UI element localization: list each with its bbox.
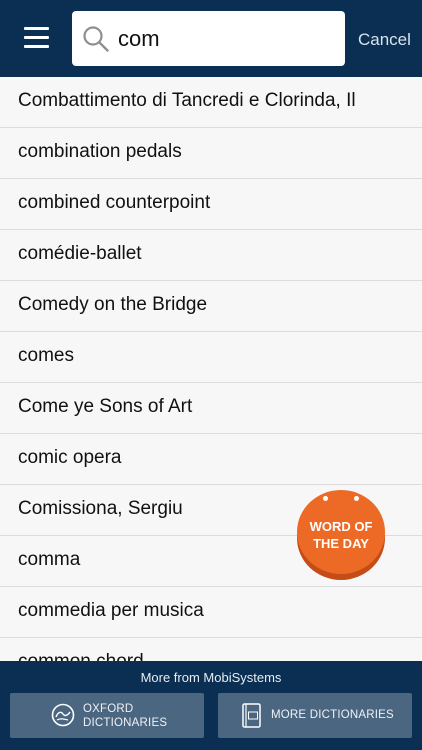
oxford-label-line1: OXFORD (83, 703, 134, 715)
list-item[interactable]: Combattimento di Tancredi e Clorinda, Il (0, 77, 422, 128)
more-dictionaries-label: MORE DICTIONARIES (271, 709, 394, 721)
list-item[interactable]: combination pedals (0, 128, 422, 179)
search-input[interactable] (118, 11, 338, 66)
calendar-ring-icon (354, 496, 359, 501)
search-box[interactable] (72, 11, 345, 66)
oxford-dictionaries-label: OXFORD DICTIONARIES (83, 702, 167, 730)
menu-line (24, 36, 49, 39)
list-item[interactable]: Comedy on the Bridge (0, 281, 422, 332)
word-of-the-day-button[interactable]: WORD OF THE DAY (297, 490, 385, 580)
promo-footer: More from MobiSystems OXFORD DICTIONARIE… (0, 661, 422, 750)
oxford-label-line2: DICTIONARIES (83, 717, 168, 729)
oxford-globe-icon (51, 703, 75, 727)
list-item[interactable]: comédie-ballet (0, 230, 422, 281)
search-icon (83, 26, 109, 52)
word-of-the-day-label: WORD OF THE DAY (303, 518, 379, 552)
list-item[interactable]: common chord (0, 638, 422, 661)
menu-line (24, 45, 49, 48)
list-item[interactable]: commedia per musica (0, 587, 422, 638)
list-item[interactable]: comic opera (0, 434, 422, 485)
cancel-button[interactable]: Cancel (358, 30, 411, 50)
list-item[interactable]: Come ye Sons of Art (0, 383, 422, 434)
list-item[interactable]: comes (0, 332, 422, 383)
footer-title: More from MobiSystems (140, 670, 282, 685)
word-of-the-day-line1: WORD OF (309, 519, 373, 534)
calendar-ring-icon (323, 496, 328, 501)
word-of-the-day-face: WORD OF THE DAY (297, 490, 385, 574)
menu-icon[interactable] (24, 27, 49, 48)
top-bar: Cancel (0, 0, 422, 77)
dictionary-book-icon (242, 703, 261, 728)
word-of-the-day-line2: THE DAY (313, 536, 369, 551)
menu-line (24, 27, 49, 30)
more-dictionaries-button[interactable]: MORE DICTIONARIES (218, 693, 412, 738)
list-item[interactable]: combined counterpoint (0, 179, 422, 230)
oxford-dictionaries-button[interactable]: OXFORD DICTIONARIES (10, 693, 204, 738)
